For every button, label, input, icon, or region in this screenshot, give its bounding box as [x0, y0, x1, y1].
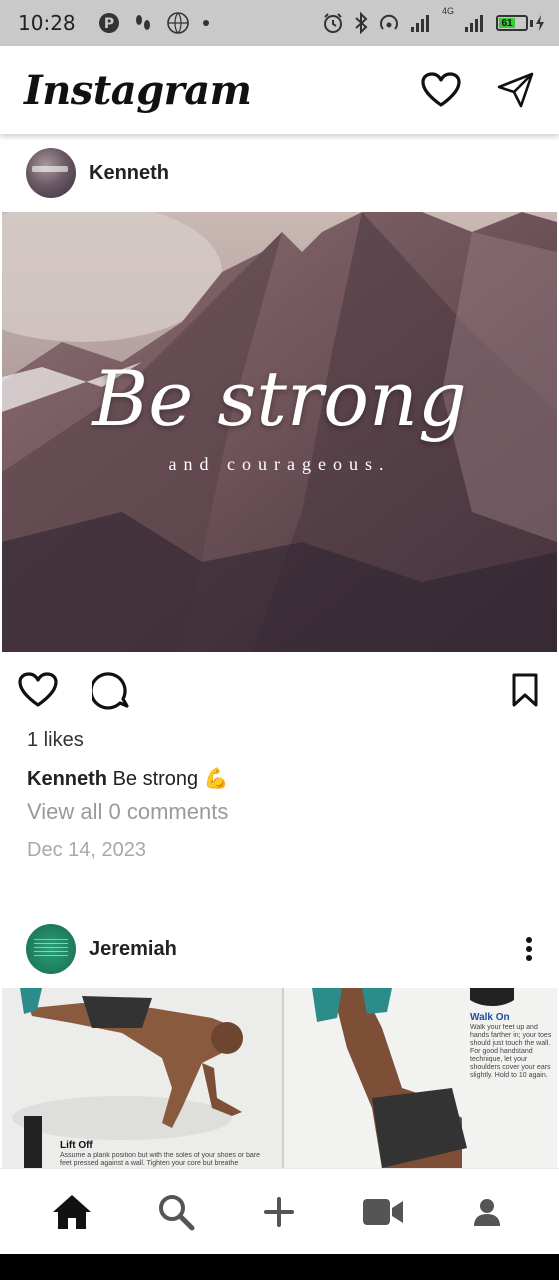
image-title-text: Be strong: [92, 354, 467, 443]
post-actions: [0, 652, 559, 728]
nav-home[interactable]: [44, 1184, 100, 1240]
status-time: 10:28: [18, 11, 76, 35]
search-icon: [158, 1194, 195, 1230]
battery-icon: 61: [496, 15, 545, 31]
post-image[interactable]: Lift Off Assume a plank position but wit…: [2, 988, 557, 1168]
profile-icon: [474, 1198, 501, 1226]
globe-notification-icon: [166, 12, 189, 34]
magazine-heading-right: Walk On: [470, 1012, 510, 1023]
footsteps-notification-icon: [135, 15, 150, 30]
home-icon: [52, 1194, 91, 1229]
feed[interactable]: Kenneth Be strong and courageous. 1 like…: [0, 134, 559, 1168]
app-header: Instagram: [0, 46, 559, 134]
charging-icon: [536, 15, 544, 31]
post-date: Dec 14, 2023: [27, 839, 146, 861]
post-image[interactable]: Be strong and courageous.: [2, 212, 557, 652]
caption-username[interactable]: Kenneth: [27, 768, 107, 790]
heart-icon[interactable]: [421, 72, 461, 108]
pinterest-notification-icon: P: [98, 13, 119, 33]
avatar[interactable]: [26, 148, 76, 198]
send-icon[interactable]: [497, 71, 535, 109]
alarm-icon: [323, 13, 342, 33]
image-subtitle-text: and courageous.: [168, 454, 391, 474]
like-icon[interactable]: [18, 672, 58, 708]
svg-text:P: P: [104, 16, 114, 32]
nav-add[interactable]: [251, 1184, 307, 1240]
bluetooth-icon: [355, 12, 368, 34]
post: Kenneth Be strong and courageous. 1 like…: [0, 134, 559, 862]
hotspot-icon: [380, 14, 398, 30]
signal-icon-2: [465, 15, 483, 32]
post-username[interactable]: Kenneth: [89, 162, 169, 185]
nav-profile[interactable]: [459, 1184, 515, 1240]
post-caption: Kenneth Be strong 💪: [0, 766, 559, 792]
bookmark-icon[interactable]: [511, 673, 539, 707]
view-comments-link[interactable]: View all 0 comments: [0, 798, 559, 826]
instagram-logo[interactable]: Instagram: [24, 67, 252, 114]
network-type: 4G: [441, 6, 454, 16]
video-icon: [363, 1198, 404, 1225]
caption-text: Be strong 💪: [112, 768, 229, 790]
magazine-body-left: Assume a plank position but with the sol…: [60, 1152, 260, 1167]
comment-icon[interactable]: [92, 670, 132, 710]
system-navigation-bar: [0, 1254, 559, 1280]
dot-notification-icon: [202, 20, 209, 26]
likes-count[interactable]: 1 likes: [0, 728, 559, 752]
post-header: Jeremiah: [0, 910, 559, 988]
status-bar: 10:28 P 4G 61: [0, 0, 559, 46]
post: Jeremiah Lift Off Assume a plank positio…: [0, 910, 559, 1168]
bottom-nav: [0, 1168, 559, 1254]
avatar[interactable]: [26, 924, 76, 974]
battery-level: 61: [501, 17, 513, 29]
signal-icon: [410, 15, 429, 32]
nav-search[interactable]: [148, 1184, 204, 1240]
nav-video[interactable]: [355, 1184, 411, 1240]
magazine-heading-left: Lift Off: [60, 1140, 93, 1151]
more-options-icon[interactable]: [525, 936, 533, 962]
add-icon: [264, 1196, 295, 1227]
post-username[interactable]: Jeremiah: [89, 938, 177, 961]
magazine-body-right: Walk your feet up and hands farther in; …: [470, 1024, 552, 1079]
post-header: Kenneth: [0, 134, 559, 212]
